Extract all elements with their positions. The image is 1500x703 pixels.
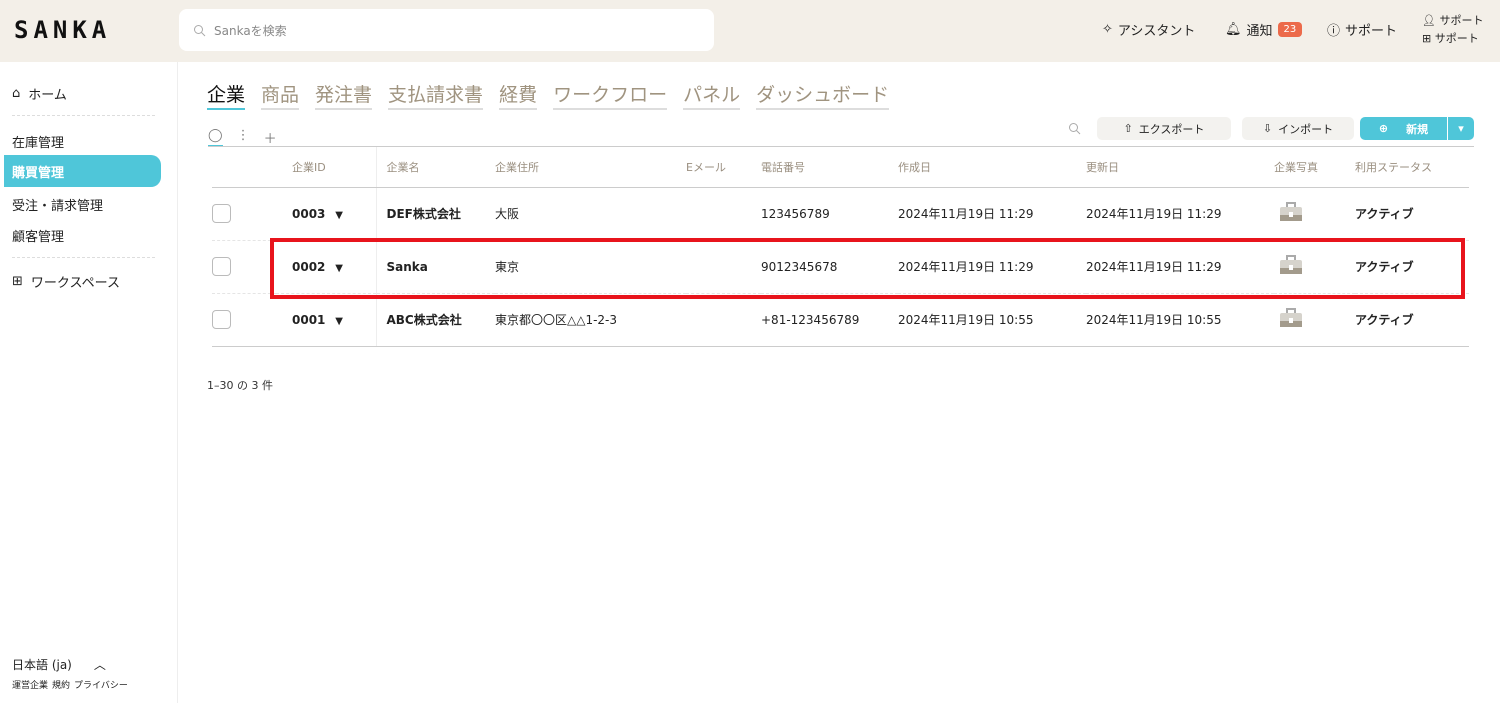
col-header-name[interactable]: 企業名 — [376, 147, 495, 187]
workspace-grid-icon: ⊞ — [12, 274, 23, 289]
export-button[interactable]: ⇧ エクスポート — [1097, 117, 1231, 140]
sidebar-item-workspace[interactable]: ⊞ ワークスペース — [12, 272, 120, 291]
col-header-id[interactable]: 企業ID — [276, 147, 376, 187]
search-placeholder: Sankaを検索 — [214, 22, 287, 39]
pagination-info: 1–30 の 3 件 — [207, 377, 273, 393]
export-label: エクスポート — [1139, 121, 1205, 137]
search-input[interactable]: Sankaを検索 — [179, 9, 714, 51]
sidebar-item-home[interactable]: ⌂ ホーム — [12, 84, 67, 103]
company-email — [686, 293, 761, 346]
sidebar-item-purchasing[interactable]: 購買管理 — [4, 155, 161, 187]
tab-workflow[interactable]: ワークフロー — [553, 80, 667, 110]
download-icon: ⇩ — [1263, 122, 1272, 135]
row-checkbox[interactable] — [212, 310, 231, 329]
view-circle-icon[interactable]: ◯ — [208, 128, 223, 147]
terms-link[interactable]: 規約 — [52, 678, 70, 691]
company-id[interactable]: 0001 — [292, 313, 325, 327]
notifications-button[interactable]: 🔔︎ 通知 23 — [1225, 20, 1302, 39]
top-bar: SANKA Sankaを検索 ✧ アシスタント 🔔︎ 通知 23 ⓘ サポート 👤︎ サ… — [0, 0, 1500, 62]
status: アクティブ — [1355, 187, 1469, 240]
caret-down-icon: ▾ — [1458, 122, 1464, 135]
import-label: インポート — [1278, 121, 1333, 137]
briefcase-icon — [1278, 307, 1304, 329]
add-view-icon[interactable]: ＋ — [264, 128, 277, 147]
col-header-updated[interactable]: 更新日 — [1086, 147, 1274, 187]
user-name: サポート — [1439, 14, 1483, 27]
sidebar-item-label: ワークスペース — [31, 272, 120, 291]
company-name: ABC株式会社 — [376, 293, 495, 346]
col-header-created[interactable]: 作成日 — [898, 147, 1086, 187]
sidebar-item-label: ホーム — [28, 84, 67, 103]
support-label: サポート — [1345, 20, 1397, 39]
sidebar-item-customers[interactable]: 顧客管理 — [12, 226, 64, 245]
help-icon: ⓘ — [1327, 20, 1340, 39]
sidebar-item-inventory[interactable]: 在庫管理 — [12, 132, 64, 151]
company-id[interactable]: 0003 — [292, 207, 325, 221]
new-dropdown-button[interactable]: ▾ — [1448, 117, 1474, 140]
user-icon: 👤︎ — [1422, 14, 1436, 27]
sidebar: ⌂ ホーム 在庫管理 購買管理 受注・請求管理 顧客管理 ⊞ ワークスペース 日本語… — [0, 62, 178, 703]
bell-icon: 🔔︎ — [1225, 22, 1242, 37]
tab-purchase-orders[interactable]: 発注書 — [315, 80, 372, 110]
notification-badge: 23 — [1278, 22, 1303, 37]
table-search-icon[interactable] — [1068, 122, 1081, 135]
company-link[interactable]: 運営企業 — [12, 678, 48, 691]
support-button[interactable]: ⓘ サポート — [1327, 20, 1397, 39]
chevron-up-icon: ︿ — [94, 656, 106, 673]
import-button[interactable]: ⇩ インポート — [1242, 117, 1354, 140]
tab-companies[interactable]: 企業 — [207, 80, 245, 110]
row-checkbox[interactable] — [212, 257, 231, 276]
created-date: 2024年11月19日 10:55 — [898, 293, 1086, 346]
tab-panels[interactable]: パネル — [683, 80, 740, 110]
user-menu[interactable]: 👤︎ サポート ⊞ サポート — [1422, 12, 1483, 48]
assistant-label: アシスタント — [1118, 20, 1195, 39]
tab-dashboard[interactable]: ダッシュボード — [756, 80, 889, 110]
company-phone: +81-123456789 — [761, 293, 898, 346]
company-name: DEF株式会社 — [376, 187, 495, 240]
tab-expenses[interactable]: 経費 — [499, 80, 537, 110]
language-label: 日本語 (ja) — [12, 656, 72, 673]
col-header-photo[interactable]: 企業写真 — [1274, 147, 1355, 187]
col-header-status[interactable]: 利用ステータス — [1355, 147, 1469, 187]
more-options-icon[interactable]: ⋮ — [237, 128, 250, 147]
tab-bills[interactable]: 支払請求書 — [388, 80, 483, 110]
new-button[interactable]: ⊕ 新規 — [1360, 117, 1448, 140]
caret-down-icon[interactable]: ▼ — [335, 210, 343, 221]
notifications-label: 通知 — [1247, 20, 1273, 39]
status: アクティブ — [1355, 293, 1469, 346]
company-address: 大阪 — [495, 187, 686, 240]
company-email — [686, 187, 761, 240]
assistant-button[interactable]: ✧ アシスタント — [1102, 20, 1195, 39]
table-row[interactable]: 0001 ▼ ABC株式会社 東京都〇〇区△△1-2-3 +81-1234567… — [212, 293, 1469, 346]
row-checkbox[interactable] — [212, 204, 231, 223]
new-button-group: ⊕ 新規 ▾ — [1360, 117, 1474, 140]
magic-wand-icon: ✧ — [1102, 22, 1113, 37]
object-tabs: 企業 商品 発注書 支払請求書 経費 ワークフロー パネル ダッシュボード — [207, 80, 889, 110]
table-row[interactable]: 0003 ▼ DEF株式会社 大阪 123456789 2024年11月19日 … — [212, 187, 1469, 240]
language-selector[interactable]: 日本語 (ja) ︿ — [12, 656, 106, 673]
company-address: 東京都〇〇区△△1-2-3 — [495, 293, 686, 346]
highlight-box — [270, 238, 1465, 299]
home-icon: ⌂ — [12, 86, 20, 101]
tab-products[interactable]: 商品 — [261, 80, 299, 110]
new-label: 新規 — [1406, 121, 1428, 137]
updated-date: 2024年11月19日 10:55 — [1086, 293, 1274, 346]
search-icon — [193, 24, 206, 37]
sidebar-item-orders-billing[interactable]: 受注・請求管理 — [12, 195, 103, 214]
workspace-icon: ⊞ — [1422, 32, 1431, 45]
created-date: 2024年11月19日 11:29 — [898, 187, 1086, 240]
caret-down-icon[interactable]: ▼ — [335, 316, 343, 327]
company-phone: 123456789 — [761, 187, 898, 240]
privacy-link[interactable]: プライバシー — [74, 678, 128, 691]
upload-icon: ⇧ — [1124, 122, 1133, 135]
updated-date: 2024年11月19日 11:29 — [1086, 187, 1274, 240]
briefcase-icon — [1278, 201, 1304, 223]
plus-circle-icon: ⊕ — [1379, 122, 1388, 135]
col-header-address[interactable]: 企業住所 — [495, 147, 686, 187]
logo[interactable]: SANKA — [14, 16, 111, 44]
col-header-phone[interactable]: 電話番号 — [761, 147, 898, 187]
col-header-email[interactable]: Eメール — [686, 147, 761, 187]
workspace-name: サポート — [1435, 32, 1479, 45]
